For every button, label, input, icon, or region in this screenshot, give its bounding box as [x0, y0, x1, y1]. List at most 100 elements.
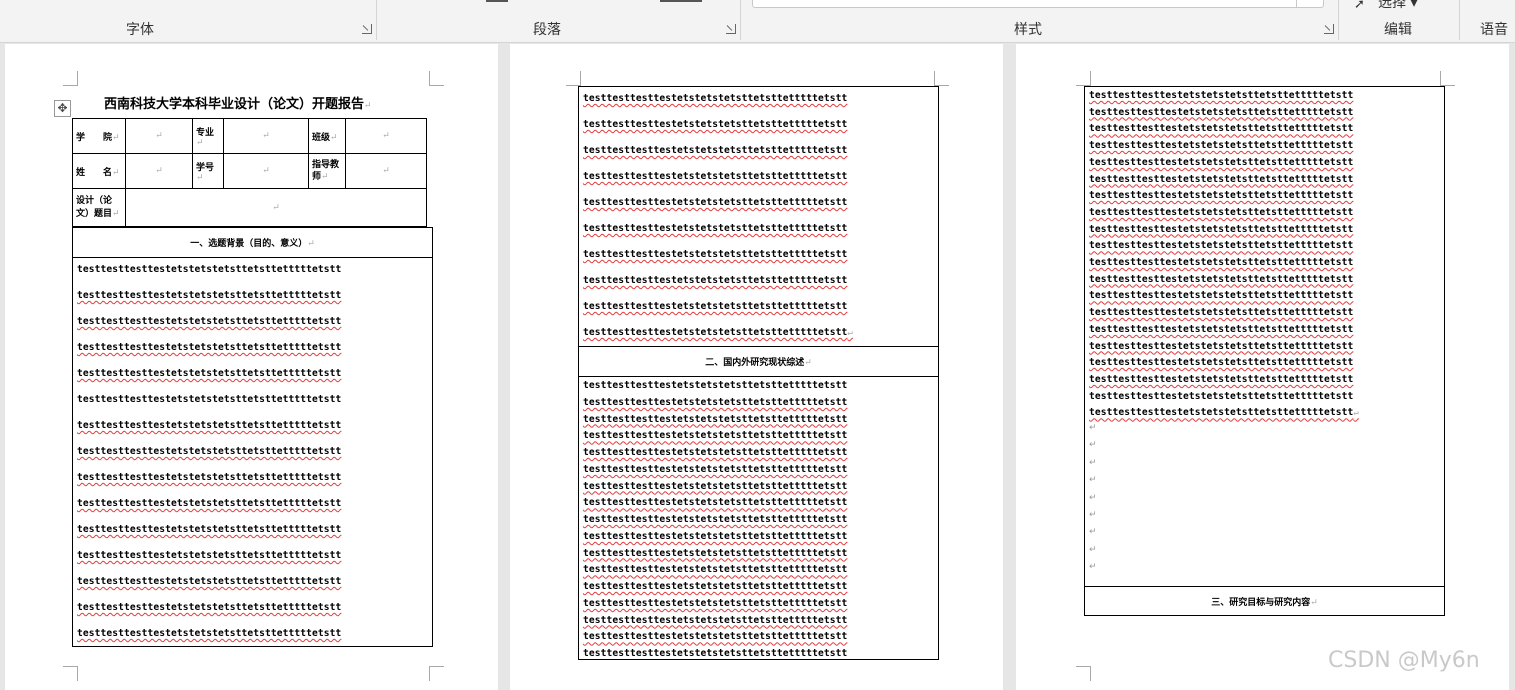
body-text-line[interactable]: testtesttesttestetstetstetsttetsttettttt…	[1089, 307, 1353, 318]
body-text-line[interactable]: testtesttesttestetstetstetsttetsttettttt…	[1089, 407, 1359, 418]
ribbon-control-edge	[486, 0, 508, 2]
body-text-line[interactable]: testtesttesttestetstetstetsttetsttettttt…	[77, 602, 341, 613]
body-text-line[interactable]: testtesttesttestetstetstetsttetsttettttt…	[77, 446, 341, 457]
body-text-line[interactable]: testtesttesttestetstetstetsttetsttettttt…	[77, 524, 341, 535]
body-text-line[interactable]: testtesttesttestetstetstetsttetsttettttt…	[77, 316, 341, 327]
paragraph-mark-icon: ↵	[1089, 544, 1097, 555]
paragraph-mark-icon: ↵	[1089, 510, 1097, 520]
body-text-line[interactable]: testtesttesttestetstetstetsttetsttettttt…	[583, 93, 847, 104]
crop-mark	[429, 666, 444, 681]
body-text-line[interactable]: testtesttesttestetstetstetsttetsttettttt…	[583, 514, 847, 525]
body-text-line[interactable]: testtesttesttestetstetstetsttetsttettttt…	[77, 498, 341, 509]
body-text-line[interactable]: testtesttesttestetstetstetsttetsttettttt…	[583, 497, 847, 508]
body-text-line[interactable]: testtesttesttestetstetstetsttetsttettttt…	[583, 197, 847, 208]
body-text-line[interactable]: testtesttesttestetstetstetsttetsttettttt…	[77, 342, 341, 353]
body-text-line[interactable]: testtesttesttestetstetstetsttetsttettttt…	[583, 327, 853, 338]
section-3-top-divider	[1084, 586, 1445, 587]
major-label: 专业↵	[192, 118, 224, 154]
body-text-line[interactable]: testtesttesttestetstetstetsttetsttettttt…	[583, 631, 847, 642]
styles-gallery[interactable]	[752, 0, 1324, 8]
body-text-line[interactable]: testtesttesttestetstetstetsttetsttettttt…	[77, 472, 341, 483]
section-2-top-divider	[578, 346, 939, 347]
body-text-line[interactable]: testtesttesttestetstetstetsttetsttettttt…	[77, 394, 341, 405]
body-text-line[interactable]: testtesttesttestetstetstetsttetsttettttt…	[1089, 224, 1353, 235]
paragraph-dialog-launcher-icon[interactable]	[726, 24, 736, 34]
name-label: 姓 名↵	[72, 153, 126, 189]
body-text-line[interactable]: testtesttesttestetstetstetsttetsttettttt…	[77, 550, 341, 561]
body-text-line[interactable]: testtesttesttestetstetstetsttetsttettttt…	[583, 464, 847, 475]
section-3-title: 三、研究目标与研究内容↵	[1211, 598, 1318, 608]
body-text-line[interactable]: testtesttesttestetstetstetsttetsttettttt…	[1089, 157, 1353, 168]
select-button[interactable]: 选择 ▾	[1378, 0, 1417, 12]
body-text-line[interactable]: testtesttesttestetstetstetsttetsttettttt…	[583, 531, 847, 542]
body-text-line[interactable]: testtesttesttestetstetstetsttetsttettttt…	[1089, 174, 1353, 185]
styles-gallery-dropdown[interactable]	[1296, 0, 1323, 7]
topic-value[interactable]: ↵	[125, 188, 427, 227]
body-text-line[interactable]: testtesttesttestetstetstetsttetsttettttt…	[583, 397, 847, 408]
body-text-line[interactable]: testtesttesttestetstetstetsttetsttettttt…	[1089, 257, 1353, 268]
crop-mark	[566, 71, 581, 86]
table-move-handle-icon[interactable]: ✥	[54, 100, 71, 117]
body-text-line[interactable]: testtesttesttestetstetstetsttetsttettttt…	[1089, 324, 1353, 335]
body-text-line[interactable]: testtesttesttestetstetstetsttetsttettttt…	[1089, 290, 1353, 301]
advisor-label: 指导教师↵	[308, 153, 346, 189]
body-text-line[interactable]: testtesttesttestetstetstetsttetsttettttt…	[1089, 274, 1353, 285]
body-text-line[interactable]: testtesttesttestetstetstetsttetsttettttt…	[583, 249, 847, 260]
section-2-header-divider	[578, 376, 939, 377]
body-text-line[interactable]: testtesttesttestetstetstetsttetsttettttt…	[583, 481, 847, 492]
body-text-line[interactable]: testtesttesttestetstetstetsttetsttettttt…	[77, 290, 341, 301]
group-separator	[1459, 0, 1460, 40]
body-text-line[interactable]: testtesttesttestetstetstetsttetsttettttt…	[583, 447, 847, 458]
body-text-line[interactable]: testtesttesttestetstetstetsttetsttettttt…	[1089, 90, 1353, 101]
body-text-line[interactable]: testtesttesttestetstetstetsttetsttettttt…	[1089, 357, 1353, 368]
body-text-line[interactable]: testtesttesttestetstetstetsttetsttettttt…	[1089, 374, 1353, 385]
body-text-line[interactable]: testtesttesttestetstetstetsttetsttettttt…	[1089, 341, 1353, 352]
body-text-line[interactable]: testtesttesttestetstetstetsttetsttettttt…	[77, 420, 341, 431]
body-text-line[interactable]: testtesttesttestetstetstetsttetsttettttt…	[77, 576, 341, 587]
body-text-line[interactable]: testtesttesttestetstetstetsttetsttettttt…	[583, 301, 847, 312]
body-text-line[interactable]: testtesttesttestetstetstetsttetsttettttt…	[1089, 140, 1353, 151]
name-value[interactable]: ↵	[125, 153, 193, 189]
body-text-line[interactable]: testtesttesttestetstetstetsttetsttettttt…	[583, 171, 847, 182]
body-text-line[interactable]: testtesttesttestetstetstetsttetsttettttt…	[1089, 190, 1353, 201]
body-text-line[interactable]: testtesttesttestetstetstetsttetsttettttt…	[1089, 107, 1353, 118]
student-info-table[interactable]: 学 院↵ ↵ 专业↵ ↵ 班级↵ ↵ 姓 名↵ ↵ 学号↵ ↵ 指导教师↵ ↵ …	[72, 118, 427, 227]
body-text-line[interactable]: testtesttesttestetstetstetsttetsttettttt…	[583, 548, 847, 559]
styles-group-label: 样式	[1014, 22, 1042, 38]
crop-mark	[63, 666, 78, 681]
body-text-line[interactable]: testtesttesttestetstetstetsttetsttettttt…	[1089, 123, 1353, 134]
body-text-line[interactable]: testtesttesttestetstetstetsttetsttettttt…	[583, 414, 847, 425]
body-text-line[interactable]: testtesttesttestetstetstetsttetsttettttt…	[583, 564, 847, 575]
cursor-arrow-icon[interactable]: ➚	[1354, 0, 1365, 12]
paragraph-mark-icon: ↵	[1089, 492, 1097, 503]
paragraph-group-label: 段落	[533, 22, 561, 38]
body-text-line[interactable]: testtesttesttestetstetstetsttetsttettttt…	[583, 145, 847, 156]
body-text-line[interactable]: testtesttesttestetstetstetsttetsttettttt…	[583, 119, 847, 130]
body-text-line[interactable]: testtesttesttestetstetstetsttetsttettttt…	[77, 264, 341, 275]
body-text-line[interactable]: testtesttesttestetstetstetsttetsttettttt…	[583, 648, 847, 659]
paragraph-mark-icon: ↵	[847, 328, 853, 338]
font-dialog-launcher-icon[interactable]	[362, 24, 372, 34]
body-text-line[interactable]: testtesttesttestetstetstetsttetsttettttt…	[583, 430, 847, 441]
advisor-value[interactable]: ↵	[345, 153, 427, 189]
body-text-line[interactable]: testtesttesttestetstetstetsttetsttettttt…	[583, 223, 847, 234]
body-text-line[interactable]: testtesttesttestetstetstetsttetsttettttt…	[583, 581, 847, 592]
student-id-value[interactable]: ↵	[223, 153, 309, 189]
body-text-line[interactable]: testtesttesttestetstetstetsttetsttettttt…	[583, 275, 847, 286]
body-text-line[interactable]: testtesttesttestetstetstetsttetsttettttt…	[583, 615, 847, 626]
body-text-line[interactable]: testtesttesttestetstetstetsttetsttettttt…	[1089, 207, 1353, 218]
styles-dialog-launcher-icon[interactable]	[1324, 24, 1334, 34]
body-text-line[interactable]: testtesttesttestetstetstetsttetsttettttt…	[583, 380, 847, 391]
body-text-line[interactable]: testtesttesttestetstetstetsttetsttettttt…	[1089, 391, 1353, 402]
crop-mark	[63, 71, 78, 86]
class-label: 班级↵	[308, 118, 346, 154]
group-separator	[740, 0, 741, 40]
document-title[interactable]: 西南科技大学本科毕业设计（论文）开题报告↵	[104, 93, 372, 112]
college-value[interactable]: ↵	[125, 118, 193, 154]
major-value[interactable]: ↵	[223, 118, 309, 154]
body-text-line[interactable]: testtesttesttestetstetstetsttetsttettttt…	[583, 598, 847, 609]
body-text-line[interactable]: testtesttesttestetstetstetsttetsttettttt…	[1089, 240, 1353, 251]
body-text-line[interactable]: testtesttesttestetstetstetsttetsttettttt…	[77, 628, 341, 639]
body-text-line[interactable]: testtesttesttestetstetstetsttetsttettttt…	[77, 368, 341, 379]
class-value[interactable]: ↵	[345, 118, 427, 154]
